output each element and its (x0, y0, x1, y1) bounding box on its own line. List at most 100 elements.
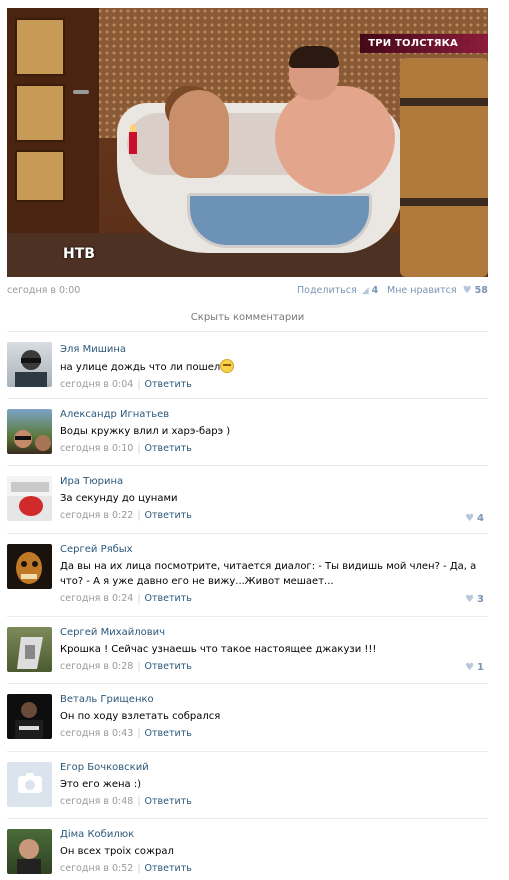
reply-link[interactable]: Ответить (145, 661, 192, 672)
heart-icon: ♥ (465, 662, 475, 673)
comment-date[interactable]: сегодня в 0:48 (60, 796, 133, 807)
comment-author[interactable]: Веталь Грищенко (60, 694, 488, 705)
reply-link[interactable]: Ответить (145, 728, 192, 739)
comment-body: Діма Кобилюк Он всех троіх сожрал сегодн… (60, 829, 488, 874)
comment-meta: сегодня в 0:52 | Ответить (60, 863, 488, 874)
comment-author[interactable]: Эля Мишина (60, 344, 488, 355)
comment-date[interactable]: сегодня в 0:52 (60, 863, 133, 874)
comment-date[interactable]: сегодня в 0:43 (60, 728, 133, 739)
separator: | (137, 510, 141, 521)
comment-like-button[interactable]: ♥ 4 (465, 513, 484, 524)
avatar[interactable] (7, 694, 52, 739)
bathtub-window (187, 193, 372, 248)
separator: | (137, 379, 141, 390)
comment-meta: сегодня в 0:43 | Ответить (60, 728, 488, 739)
share-label: Поделиться (297, 285, 357, 296)
comment-like-button[interactable]: ♥ 3 (465, 594, 484, 605)
comment-text: Это его жена :) (60, 779, 142, 790)
avatar[interactable] (7, 627, 52, 672)
woman-figure (169, 90, 229, 178)
post-date[interactable]: сегодня в 0:00 (7, 285, 80, 296)
comment-date[interactable]: сегодня в 0:28 (60, 661, 133, 672)
comment-text: Да вы на их лица посмотрите, читается ди… (60, 561, 477, 587)
comment-date[interactable]: сегодня в 0:10 (60, 443, 133, 454)
avatar-photo (15, 702, 43, 739)
comment: Ира Тюрина За секунду до цунами сегодня … (7, 467, 488, 534)
door-pane (15, 18, 65, 76)
heart-icon: ♥ (462, 285, 472, 296)
megaphone-icon: ◢ (361, 286, 369, 296)
avatar[interactable] (7, 762, 52, 807)
ntv-logo: НТВ (63, 246, 95, 262)
avatar-photo (7, 476, 52, 516)
like-label: Мне нравится (387, 285, 457, 296)
comment-body: Александр Игнатьев Воды кружку влил и ха… (60, 409, 488, 454)
channel-badge: ТРИ ТОЛСТЯКА (360, 34, 488, 53)
comment-body: Эля Мишина на улице дождь что ли пошел с… (60, 344, 488, 390)
like-count: 58 (474, 285, 488, 296)
reply-link[interactable]: Ответить (145, 443, 192, 454)
divider (7, 331, 488, 332)
comment-meta: сегодня в 0:10 | Ответить (60, 443, 488, 454)
comment-text: Он всех троіх сожрал (60, 846, 174, 857)
share-count: 4 (371, 285, 379, 296)
share-button[interactable]: Поделиться ◢ 4 (297, 285, 378, 296)
comment-author[interactable]: Александр Игнатьев (60, 409, 488, 420)
door-handle (73, 90, 89, 94)
door-pane (15, 84, 65, 142)
comment: Веталь Грищенко Он по ходу взлетать собр… (7, 685, 488, 752)
man-figure (275, 86, 395, 194)
avatar[interactable] (7, 829, 52, 874)
comment: Сергей Рябых Да вы на их лица посмотрите… (7, 535, 488, 617)
comment-meta: сегодня в 0:22 | Ответить (60, 510, 488, 521)
separator: | (137, 593, 141, 604)
comment-author[interactable]: Егор Бочковский (60, 762, 488, 773)
reply-link[interactable]: Ответить (145, 379, 192, 390)
reply-link[interactable]: Ответить (145, 863, 192, 874)
comment: Діма Кобилюк Он всех троіх сожрал сегодн… (7, 820, 488, 880)
avatar-photo (16, 552, 42, 584)
avatar[interactable] (7, 544, 52, 589)
post-video-thumbnail[interactable]: ТРИ ТОЛСТЯКА НТВ (7, 8, 488, 277)
wooden-barrel (400, 58, 488, 277)
comment-meta: сегодня в 0:24 | Ответить (60, 593, 488, 604)
comment-like-count: 1 (477, 662, 484, 673)
reply-link[interactable]: Ответить (145, 593, 192, 604)
comment-author[interactable]: Сергей Михайлович (60, 627, 488, 638)
comment: Сергей Михайлович Крошка ! Сейчас узнаеш… (7, 618, 488, 684)
comment-text: Он по ходу взлетать собрался (60, 711, 221, 722)
comment-body: Ира Тюрина За секунду до цунами сегодня … (60, 476, 488, 521)
comment: Александр Игнатьев Воды кружку влил и ха… (7, 400, 488, 466)
separator: | (137, 443, 141, 454)
heart-icon: ♥ (465, 594, 475, 605)
comment-like-count: 4 (477, 513, 484, 524)
comment-meta: сегодня в 0:48 | Ответить (60, 796, 488, 807)
comment: Егор Бочковский Это его жена :) сегодня … (7, 753, 488, 819)
separator: | (137, 863, 141, 874)
comment-date[interactable]: сегодня в 0:24 (60, 593, 133, 604)
door-pane (15, 150, 65, 202)
comment-text: на улице дождь что ли пошел (60, 359, 488, 375)
comment-text-content: на улице дождь что ли пошел (60, 362, 221, 373)
like-button[interactable]: Мне нравится ♥ 58 (387, 285, 488, 296)
comment-author[interactable]: Діма Кобилюк (60, 829, 488, 840)
reply-link[interactable]: Ответить (145, 510, 192, 521)
hide-comments-link[interactable]: Скрыть комментарии (7, 312, 488, 323)
reply-link[interactable]: Ответить (145, 796, 192, 807)
separator: | (137, 661, 141, 672)
comment-author[interactable]: Сергей Рябых (60, 544, 488, 555)
avatar[interactable] (7, 476, 52, 521)
comment-date[interactable]: сегодня в 0:22 (60, 510, 133, 521)
heart-icon: ♥ (465, 513, 475, 524)
comment-text: За секунду до цунами (60, 493, 178, 504)
comment-author[interactable]: Ира Тюрина (60, 476, 488, 487)
avatar[interactable] (7, 342, 52, 387)
avatar-photo (17, 637, 43, 669)
comment-date[interactable]: сегодня в 0:04 (60, 379, 133, 390)
comment-body: Сергей Рябых Да вы на их лица посмотрите… (60, 544, 488, 604)
barrel-band (400, 98, 488, 106)
smiley-icon (220, 359, 235, 373)
comment-like-button[interactable]: ♥ 1 (465, 662, 484, 673)
comment-meta: сегодня в 0:28 | Ответить (60, 661, 488, 672)
avatar[interactable] (7, 409, 52, 454)
